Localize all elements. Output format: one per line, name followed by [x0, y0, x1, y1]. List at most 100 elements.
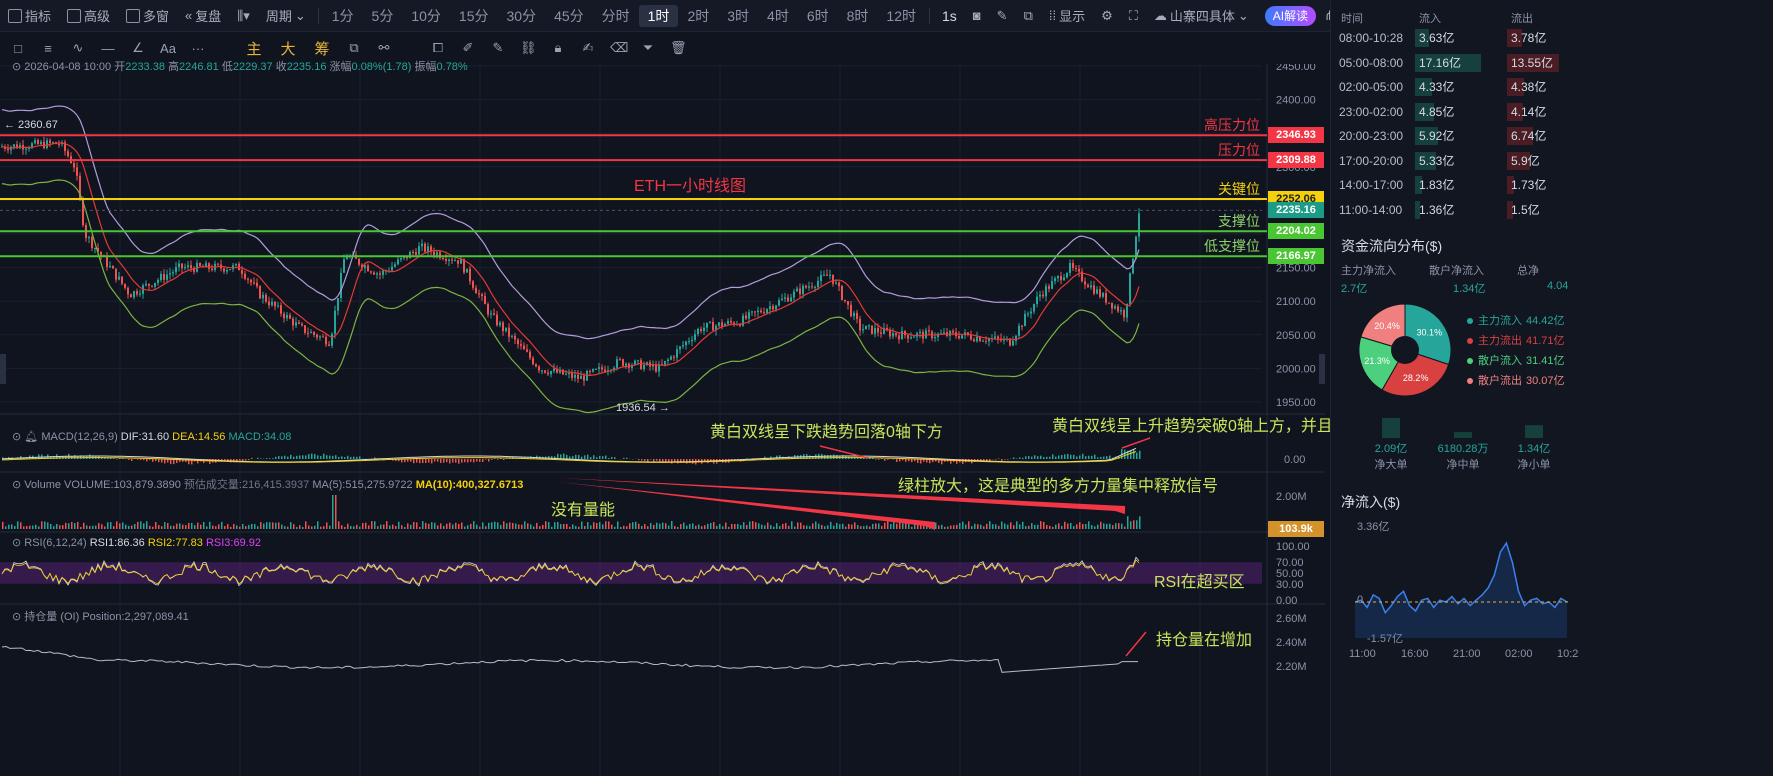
timeframe-9[interactable]: 3时 [718, 5, 758, 27]
macd-bar [611, 456, 613, 459]
chip-mode-button[interactable]: 筹 [312, 38, 332, 59]
collapse-icon[interactable]: ⊙ [12, 537, 21, 549]
timeframe-5[interactable]: 45分 [545, 5, 593, 27]
edit-icon[interactable]: ✍ [580, 40, 596, 56]
settings-button[interactable]: ⚙ [1093, 4, 1121, 28]
timeframe-13[interactable]: 12时 [877, 5, 925, 27]
timeframe-1[interactable]: 5分 [363, 5, 403, 27]
macd-bar [284, 455, 286, 459]
multi-window-button[interactable]: 多窗 [118, 4, 177, 28]
bell-icon[interactable]: 🔔︎ [24, 431, 38, 443]
candle-body [859, 318, 861, 331]
brush-icon[interactable]: ✐ [460, 40, 476, 56]
candle-body [346, 257, 348, 260]
timeframe-2[interactable]: 10分 [402, 5, 450, 27]
font-select[interactable]: ☁ 山寨四具体 ⌄ [1146, 4, 1257, 28]
camera-button[interactable]: ◙ [965, 4, 989, 28]
menu-tool-icon[interactable]: ≡ [40, 41, 56, 56]
display-button[interactable]: ⁞⁞ 显示 [1041, 4, 1093, 28]
macd-bar [272, 458, 274, 459]
link-icon[interactable]: ⚯ [376, 40, 392, 56]
volume-bar [770, 525, 772, 529]
timeframe-11[interactable]: 6时 [798, 5, 838, 27]
macd-bar [1076, 456, 1078, 459]
pie-legend-value: 31.41亿 [1526, 355, 1565, 367]
magnet-icon[interactable]: ⧉ [346, 40, 362, 56]
timeframe-0[interactable]: 1分 [323, 5, 363, 27]
ai-analysis-button[interactable]: AI解读 [1264, 5, 1317, 26]
eraser-icon[interactable]: ⌫ [610, 40, 628, 56]
net-inflow-x-tick: 10:2 [1557, 648, 1579, 660]
macd-bar [1067, 453, 1069, 459]
lock-icon[interactable]: 🔒︎ [550, 40, 566, 56]
filter-icon[interactable]: ⏷ [640, 40, 656, 56]
macd-bar [602, 456, 604, 459]
trash-icon[interactable]: 🗑︎ [670, 40, 687, 56]
line-tool-icon[interactable]: — [100, 41, 116, 56]
timeframe-7[interactable]: 1时 [638, 4, 679, 27]
macd-note-left: 黄白双线呈下跌趋势回落0轴下方 [710, 424, 943, 441]
candle-body [235, 263, 237, 266]
timeframe-10[interactable]: 4时 [758, 5, 798, 27]
volume-bar [638, 523, 640, 529]
window-button[interactable]: ⧉ [1016, 4, 1041, 28]
pencil-icon[interactable]: ✎ [490, 40, 506, 56]
volume-bar [773, 526, 775, 529]
volume-bar [134, 523, 136, 529]
volume-bar [995, 524, 997, 529]
volume-bar [146, 521, 148, 529]
timeframe-12[interactable]: 8时 [838, 5, 878, 27]
collapse-icon[interactable]: ⊙ [12, 431, 21, 443]
volume-bar [986, 523, 988, 529]
candle-body [616, 359, 618, 368]
replay-button[interactable]: «复盘 [177, 4, 229, 28]
seconds-button[interactable]: 1s [934, 4, 965, 28]
macd-bar [578, 454, 580, 459]
macd-bar [446, 459, 448, 463]
candle-body [148, 283, 150, 286]
main-mode-button[interactable]: 主 [244, 38, 264, 59]
pattern-icon[interactable]: ⛓ [520, 40, 537, 56]
timeframe-3[interactable]: 15分 [450, 5, 498, 27]
oi-tick: 2.20M [1276, 661, 1307, 673]
candle-body [322, 336, 324, 338]
copy-icon[interactable]: ⧠ [430, 40, 446, 56]
big-mode-button[interactable]: 大 [278, 38, 298, 59]
volume-bar [95, 525, 97, 529]
volume-bar [482, 522, 484, 529]
timeframe-4[interactable]: 30分 [497, 5, 545, 27]
candle-body [382, 270, 384, 275]
indicator-button[interactable]: 指标 [0, 4, 59, 28]
angle-tool-icon[interactable]: ∠ [130, 40, 146, 56]
volume-bar [659, 523, 661, 529]
rectangle-tool-icon[interactable]: □ [10, 41, 26, 56]
volume-bar [731, 524, 733, 529]
macd-bar [473, 459, 475, 463]
collapse-icon[interactable]: ⊙ [12, 611, 21, 623]
volume-bar [1097, 524, 1099, 529]
volume-bar [989, 521, 991, 529]
flow-time: 08:00-10:28 [1339, 31, 1404, 45]
volume-bar [65, 522, 67, 529]
macd-bar [824, 454, 826, 459]
collapse-icon[interactable]: ⊙ [12, 479, 21, 491]
fullscreen-button[interactable]: ⛶ [1121, 4, 1146, 28]
volume-bar [566, 523, 568, 529]
text-tool-icon[interactable]: Aa [160, 41, 176, 56]
volume-bar [221, 521, 223, 529]
advanced-button[interactable]: 高级 [59, 4, 118, 28]
timeframe-6[interactable]: 分时 [593, 5, 639, 27]
collapse-icon[interactable]: ⊙ [12, 61, 21, 73]
timeframe-8[interactable]: 2时 [678, 5, 718, 27]
chart-area[interactable]: 2450.002400.002350.002300.002250.002200.… [0, 61, 1429, 776]
volume-bar [38, 526, 40, 529]
more-tools-icon[interactable]: ··· [190, 41, 206, 56]
chart-type-button[interactable]: ⫼▾ [229, 4, 258, 28]
candle-body [601, 367, 603, 370]
pen-button[interactable]: ✎ [989, 4, 1016, 28]
volume-bar [656, 522, 658, 529]
volume-bar [395, 525, 397, 529]
period-button[interactable]: 周期 ⌄ [258, 4, 314, 28]
indicator-tool-icon[interactable]: ∿ [70, 40, 86, 56]
macd-bar [584, 455, 586, 459]
